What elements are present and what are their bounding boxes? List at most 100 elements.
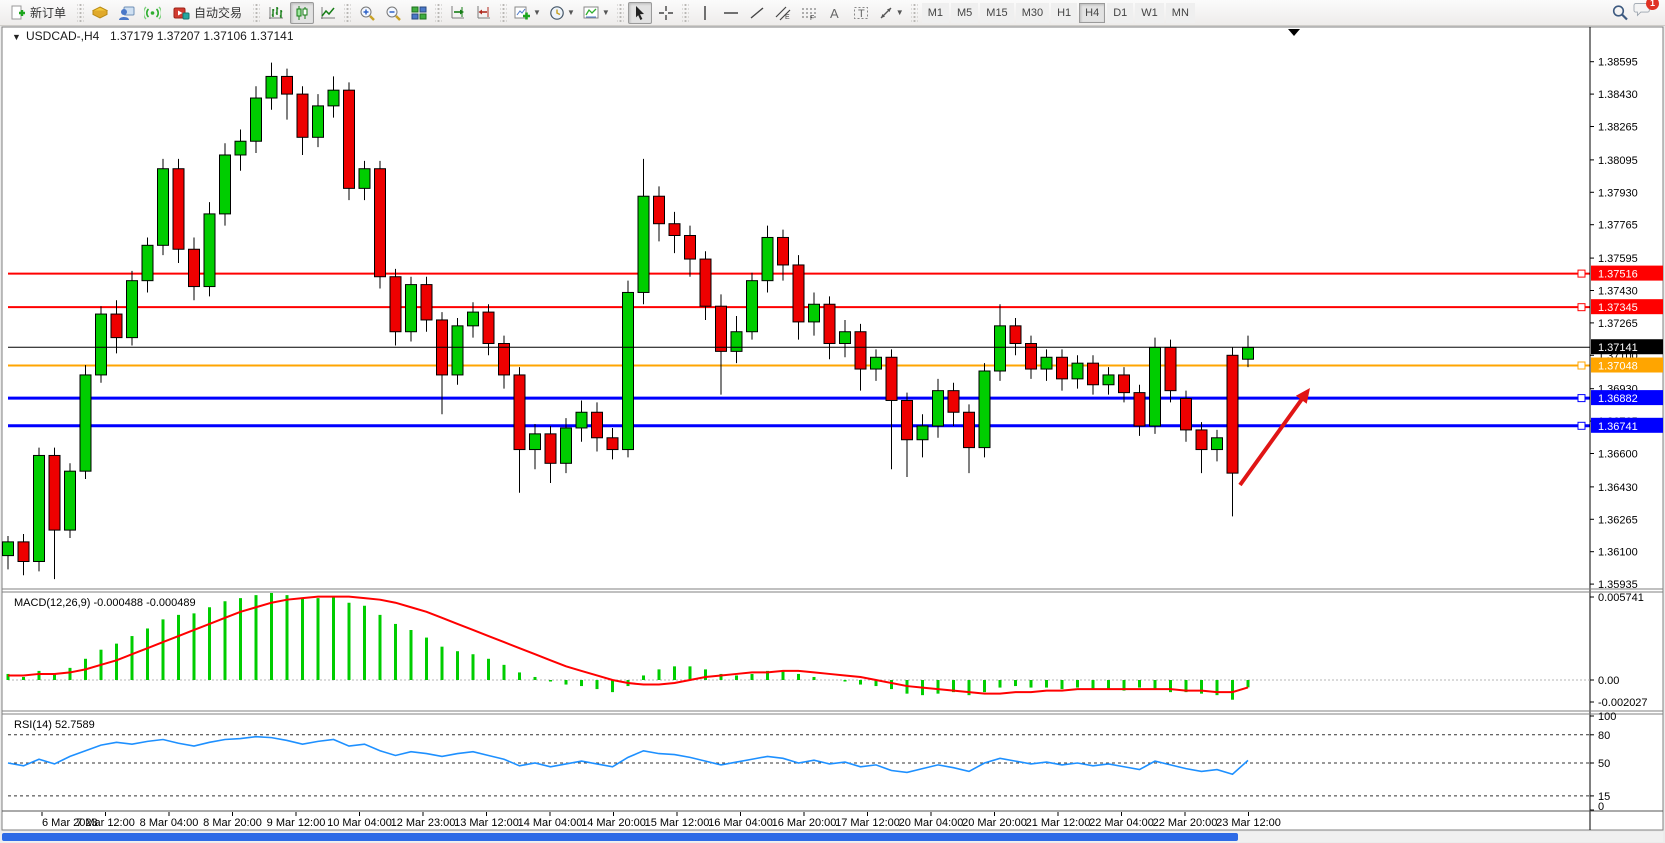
cursor-icon (632, 5, 648, 21)
chart-shift-icon (476, 5, 492, 21)
add-indicator-button[interactable]: ▼ (511, 2, 544, 24)
trendline-icon (749, 5, 765, 21)
toolbar-grip (682, 4, 689, 22)
candle-bear (1181, 399, 1192, 430)
candle-bear (1165, 347, 1176, 390)
horizontal-line-button[interactable] (719, 2, 743, 24)
channel-button[interactable]: E (771, 2, 795, 24)
bar-chart-button[interactable] (264, 2, 288, 24)
timeframe-m5[interactable]: M5 (951, 3, 978, 23)
line-anchor-handle[interactable] (1578, 270, 1585, 277)
candle-bull (3, 542, 14, 556)
candle-bull (406, 285, 417, 332)
candle-bear (499, 344, 510, 375)
scrollbar-thumb[interactable] (2, 833, 1238, 841)
chat-button[interactable]: 1 (1633, 1, 1653, 24)
chart-canvas[interactable]: ▼USDCAD-,H41.37179 1.37207 1.37106 1.371… (0, 0, 1665, 843)
zoom-out-icon (385, 5, 402, 21)
chart-shift-button[interactable] (472, 2, 496, 24)
candle-bull (933, 391, 944, 426)
candle-bull (1072, 363, 1083, 379)
cursor-button[interactable] (628, 2, 652, 24)
timeframe-mn[interactable]: MN (1166, 3, 1195, 23)
crosshair-button[interactable] (654, 2, 678, 24)
timeframe-m30[interactable]: M30 (1016, 3, 1049, 23)
line-chart-button[interactable] (316, 2, 340, 24)
macd-scale-label: 0.00 (1598, 675, 1619, 687)
price-tick-label: 1.37430 (1598, 285, 1638, 297)
fibonacci-icon: F (801, 5, 817, 21)
navigator-icon (118, 5, 135, 21)
zoom-in-button[interactable] (355, 2, 379, 24)
line-anchor-handle[interactable] (1578, 422, 1585, 429)
text-label-button[interactable]: T (849, 2, 873, 24)
search-button[interactable] (1608, 2, 1632, 24)
autotrading-icon (173, 5, 190, 21)
template-button[interactable]: ▼ (580, 2, 613, 24)
channel-icon: E (775, 5, 791, 21)
candle-bull (1243, 347, 1254, 359)
macd-scale-label: -0.002027 (1598, 697, 1648, 709)
autotrading-label: 自动交易 (194, 4, 242, 21)
date-label: 22 Mar 20:00 (1153, 817, 1218, 829)
date-label: 22 Mar 04:00 (1089, 817, 1154, 829)
line-anchor-handle[interactable] (1578, 362, 1585, 369)
line-anchor-handle[interactable] (1578, 395, 1585, 402)
metaeditor-button[interactable] (88, 2, 112, 24)
candle-bear (1119, 375, 1130, 393)
candle-bear (886, 357, 897, 400)
candle-bull (979, 371, 990, 448)
timeframe-m1[interactable]: M1 (922, 3, 949, 23)
line-anchor-handle[interactable] (1578, 304, 1585, 311)
ohlc-values: 1.37179 1.37207 1.37106 1.37141 (110, 29, 294, 43)
candle-bull (96, 314, 107, 375)
timeframe-w1[interactable]: W1 (1135, 3, 1164, 23)
candle-bull (235, 141, 246, 155)
vertical-line-button[interactable] (693, 2, 717, 24)
autotrading-button[interactable]: 自动交易 (166, 2, 249, 24)
price-tick-label: 1.37930 (1598, 187, 1638, 199)
timeframe-m15[interactable]: M15 (980, 3, 1013, 23)
horizontal-line-icon (723, 5, 739, 21)
timeframe-d1[interactable]: D1 (1107, 3, 1133, 23)
trendline-button[interactable] (745, 2, 769, 24)
date-label: 15 Mar 12:00 (645, 817, 710, 829)
auto-scroll-button[interactable] (446, 2, 470, 24)
metaeditor-book-icon (92, 5, 109, 21)
price-tick-label: 1.37765 (1598, 220, 1638, 232)
signals-button[interactable] (140, 2, 164, 24)
candle-bear (778, 237, 789, 264)
periods-button[interactable]: ▼ (546, 2, 578, 24)
toolbar-grip (500, 4, 507, 22)
price-label: 1.36741 (1598, 421, 1638, 433)
signals-icon (144, 5, 161, 21)
zoom-out-button[interactable] (381, 2, 405, 24)
candle-bull (561, 428, 572, 463)
timeframe-h4[interactable]: H4 (1079, 3, 1105, 23)
candle-bear (1088, 363, 1099, 385)
tile-windows-button[interactable] (407, 2, 431, 24)
new-order-button[interactable]: 新订单 (3, 2, 73, 24)
template-icon (583, 5, 600, 21)
fibonacci-button[interactable]: F (797, 2, 821, 24)
candle-bear (855, 332, 866, 369)
candle-bear (344, 90, 355, 188)
date-label: 17 Mar 12:00 (835, 817, 900, 829)
text-label-icon: T (853, 5, 869, 21)
price-label: 1.36882 (1598, 393, 1638, 405)
navigator-button[interactable] (114, 2, 138, 24)
bar-chart-icon (268, 5, 284, 21)
candle-bear (948, 391, 959, 413)
text-button[interactable]: A (823, 2, 847, 24)
candle-bear (902, 400, 913, 439)
candle-bear (1196, 430, 1207, 450)
candle-bear (18, 542, 29, 562)
candle-bear (297, 94, 308, 137)
vertical-line-icon (698, 5, 712, 21)
candle-bull (266, 76, 277, 98)
chart-window (2, 27, 1663, 830)
candle-bear (282, 76, 293, 94)
timeframe-h1[interactable]: H1 (1051, 3, 1077, 23)
arrows-button[interactable]: ▼ (875, 2, 907, 24)
candlestick-chart-button[interactable] (290, 2, 314, 24)
